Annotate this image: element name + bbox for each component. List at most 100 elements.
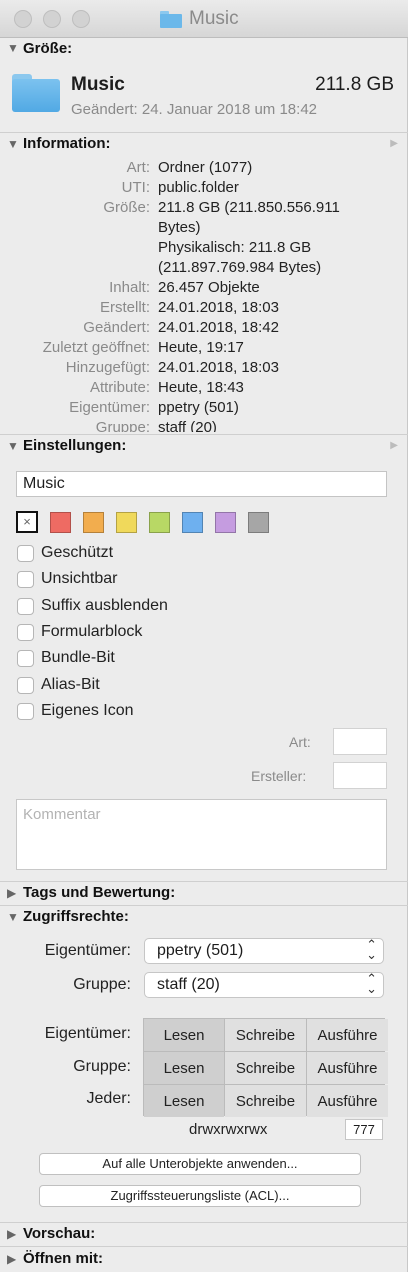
- perm-owner-read[interactable]: Lesen: [144, 1019, 224, 1051]
- zoom-window-button[interactable]: [72, 10, 90, 28]
- owner-popup-value: ppetry (501): [157, 942, 244, 959]
- perm-everyone-read[interactable]: Lesen: [144, 1085, 224, 1117]
- disclosure-collapsed-icon[interactable]: ▶: [7, 1227, 23, 1241]
- perm-owner-execute[interactable]: Ausführe: [307, 1019, 388, 1051]
- info-key: Geändert:: [83, 319, 150, 336]
- disclosure-expanded-icon[interactable]: ▼: [7, 910, 23, 924]
- minimize-window-button[interactable]: [43, 10, 61, 28]
- info-key: Hinzugefügt:: [65, 359, 150, 376]
- perm-owner-write[interactable]: Schreibe: [225, 1019, 306, 1051]
- checkbox-label: Eigenes Icon: [41, 702, 134, 719]
- name-field[interactable]: Music: [16, 471, 387, 497]
- checkbox-geschuetzt[interactable]: Geschützt: [17, 544, 113, 562]
- color-none-button[interactable]: ×: [16, 511, 38, 533]
- color-swatch[interactable]: [182, 512, 203, 533]
- info-key: Art:: [126, 159, 150, 176]
- close-window-button[interactable]: [14, 10, 32, 28]
- file-size: 211.8 GB: [315, 74, 394, 95]
- color-swatch[interactable]: [215, 512, 236, 533]
- title-bar[interactable]: Music: [0, 0, 408, 38]
- color-swatch[interactable]: [149, 512, 170, 533]
- disclosure-expanded-icon[interactable]: ▼: [7, 41, 23, 55]
- checkbox-eigenes-icon[interactable]: Eigenes Icon: [17, 702, 134, 720]
- disclosure-collapsed-icon[interactable]: ▶: [7, 886, 23, 900]
- octal-field[interactable]: 777: [345, 1119, 383, 1140]
- info-value: 24.01.2018, 18:42: [158, 319, 279, 336]
- checkbox-alias-bit[interactable]: Alias-Bit: [17, 676, 100, 694]
- perm-everyone-execute[interactable]: Ausführe: [307, 1085, 388, 1117]
- folder-icon: [160, 10, 182, 28]
- perm-row-label: Gruppe:: [73, 1058, 131, 1075]
- section-zugriff-header[interactable]: ▼ Zugriffsrechte:: [0, 905, 408, 927]
- checkbox-box[interactable]: [17, 649, 34, 667]
- perm-group-read[interactable]: Lesen: [144, 1052, 224, 1084]
- modified-date: Geändert: 24. Januar 2018 um 18:42: [71, 101, 318, 118]
- section-information-header[interactable]: ▼ Information: ▶: [0, 132, 408, 154]
- info-key: Attribute:: [89, 379, 150, 396]
- color-swatch[interactable]: [248, 512, 269, 533]
- color-swatch[interactable]: [116, 512, 137, 533]
- checkbox-label: Formularblock: [41, 623, 143, 640]
- checkbox-label: Alias-Bit: [41, 676, 100, 693]
- info-value: (211.897.769.984 Bytes): [158, 259, 322, 276]
- info-value: Physikalisch: 211.8 GB: [158, 239, 312, 256]
- group-popup[interactable]: staff (20) ⌃ ⌄: [144, 972, 384, 998]
- color-swatch[interactable]: [50, 512, 71, 533]
- checkbox-label: Unsichtbar: [41, 570, 118, 587]
- checkbox-box[interactable]: [17, 623, 34, 641]
- info-value: 24.01.2018, 18:03: [158, 359, 279, 376]
- info-value: Bytes): [158, 219, 201, 236]
- checkbox-box[interactable]: [17, 570, 34, 588]
- perm-group-write[interactable]: Schreibe: [225, 1052, 306, 1084]
- file-name: Music: [71, 74, 125, 95]
- section-title: Vorschau:: [23, 1225, 96, 1242]
- apply-to-enclosed-button[interactable]: Auf alle Unterobjekte anwenden...: [39, 1153, 361, 1175]
- info-value: 211.8 GB (211.850.556.911: [158, 199, 340, 216]
- checkbox-box[interactable]: [17, 702, 34, 720]
- info-value: Ordner (1077): [158, 159, 253, 176]
- checkbox-bundle-bit[interactable]: Bundle-Bit: [17, 649, 115, 667]
- checkbox-formularblock[interactable]: Formularblock: [17, 623, 142, 641]
- info-rows: Art: Ordner (1077) UTI: public.folder Gr…: [0, 156, 408, 432]
- info-value: 24.01.2018, 18:03: [158, 299, 279, 316]
- art-field[interactable]: [333, 728, 387, 755]
- checkbox-suffix-ausblenden[interactable]: Suffix ausblenden: [17, 597, 168, 615]
- info-key: Zuletzt geöffnet:: [42, 339, 150, 356]
- info-key: Erstellt:: [99, 299, 150, 316]
- ersteller-field[interactable]: [333, 762, 387, 789]
- info-value: Heute, 18:43: [158, 379, 244, 396]
- section-title: Öffnen mit:: [23, 1250, 103, 1267]
- section-arrow-icon: ▶: [390, 440, 398, 451]
- info-key: UTI:: [121, 179, 150, 196]
- owner-popup[interactable]: ppetry (501) ⌃ ⌄: [144, 938, 384, 964]
- section-title: Einstellungen:: [23, 437, 127, 454]
- perm-everyone-write[interactable]: Schreibe: [225, 1085, 306, 1117]
- disclosure-expanded-icon[interactable]: ▼: [7, 137, 23, 151]
- section-groesse-header[interactable]: ▼ Größe:: [0, 37, 408, 59]
- chevron-updown-icon: ⌃ ⌄: [366, 937, 377, 962]
- perm-row-label: Eigentümer:: [44, 1025, 131, 1042]
- group-popup-label: Gruppe:: [73, 976, 131, 993]
- info-key: Inhalt:: [109, 279, 150, 296]
- info-key: Größe:: [103, 199, 150, 216]
- section-einstellungen-header[interactable]: ▼ Einstellungen: ▶: [0, 434, 408, 456]
- checkbox-unsichtbar[interactable]: Unsichtbar: [17, 570, 117, 588]
- checkbox-label: Bundle-Bit: [41, 649, 115, 666]
- section-oeffnen-header[interactable]: ▶ Öffnen mit:: [0, 1246, 408, 1270]
- section-tags-header[interactable]: ▶ Tags und Bewertung:: [0, 881, 408, 903]
- permissions-grid: Lesen Schreibe Ausführe Lesen Schreibe A…: [143, 1018, 388, 1117]
- acl-button[interactable]: Zugriffssteuerungsliste (ACL)...: [39, 1185, 361, 1207]
- perm-group-execute[interactable]: Ausführe: [307, 1052, 388, 1084]
- disclosure-expanded-icon[interactable]: ▼: [7, 439, 23, 453]
- color-swatch[interactable]: [83, 512, 104, 533]
- checkbox-box[interactable]: [17, 544, 34, 562]
- section-vorschau-header[interactable]: ▶ Vorschau:: [0, 1222, 408, 1244]
- checkbox-box[interactable]: [17, 676, 34, 694]
- checkbox-box[interactable]: [17, 597, 34, 615]
- section-title: Größe:: [23, 39, 73, 57]
- disclosure-collapsed-icon[interactable]: ▶: [7, 1252, 23, 1266]
- info-value: staff (20): [158, 419, 217, 432]
- comment-field[interactable]: Kommentar: [16, 799, 387, 870]
- chevron-updown-icon: ⌃ ⌄: [366, 971, 377, 996]
- info-key: Gruppe:: [95, 419, 150, 432]
